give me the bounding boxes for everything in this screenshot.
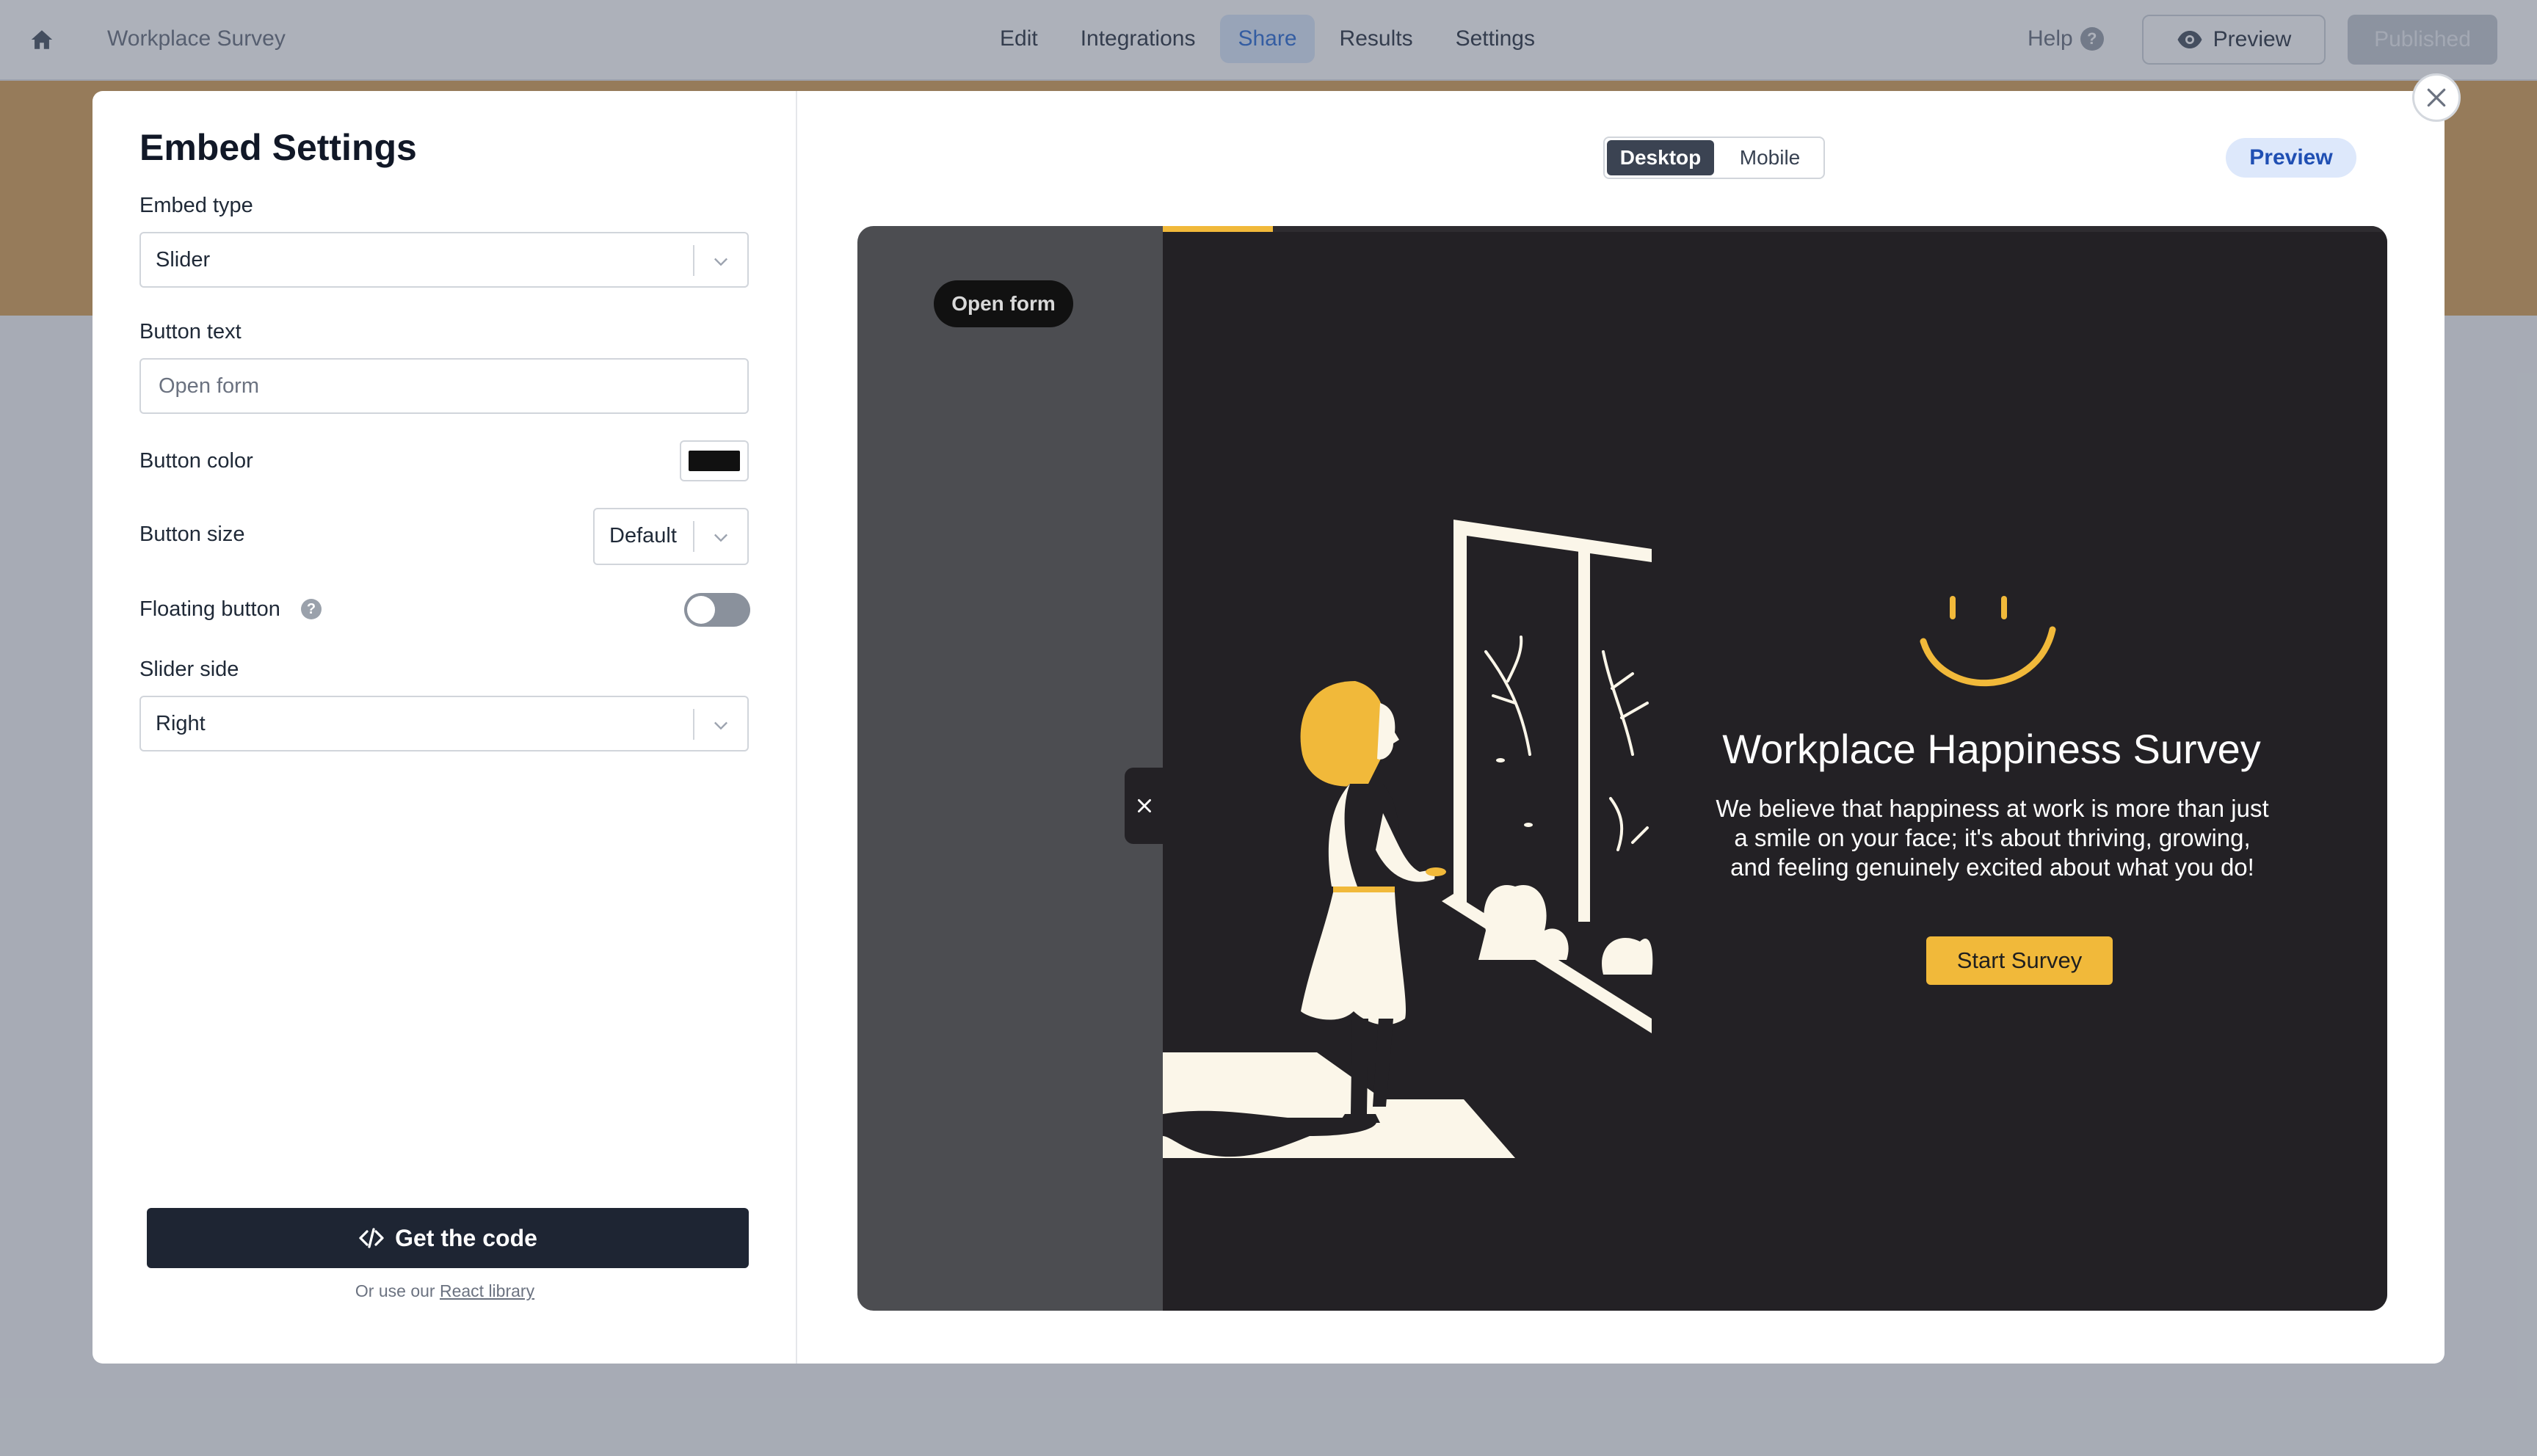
button-text-input[interactable]: Open form [139, 358, 749, 414]
settings-panel: Embed Settings Embed type Slider Button … [92, 91, 797, 1364]
device-desktop[interactable]: Desktop [1607, 140, 1714, 175]
preview-stage: Open form Workplace Happiness Survey We … [857, 226, 2387, 1311]
survey-description: We believe that happiness at work is mor… [1716, 795, 2269, 881]
toggle-knob [687, 596, 715, 624]
floating-button-label: Floating button [139, 597, 280, 621]
chevron-down-icon [714, 534, 727, 542]
slider-side-value: Right [156, 712, 206, 735]
preview-pill-button[interactable]: Preview [2226, 138, 2356, 178]
chevron-down-icon [714, 258, 727, 266]
embed-type-value: Slider [156, 248, 211, 272]
button-color-label: Button color [139, 449, 253, 473]
start-survey-button[interactable]: Start Survey [1926, 936, 2113, 985]
button-color-picker[interactable] [680, 440, 749, 481]
open-form-button[interactable]: Open form [934, 280, 1073, 327]
close-icon [2427, 88, 2446, 107]
select-divider [693, 521, 694, 552]
get-code-button[interactable]: Get the code [147, 1208, 749, 1268]
smiley-face-icon [1920, 596, 2056, 686]
get-code-label: Get the code [395, 1224, 537, 1251]
progress-bar [1163, 226, 2387, 232]
close-icon [1138, 799, 1151, 812]
chevron-down-icon [714, 721, 727, 730]
device-toggle: Desktop Mobile [1603, 136, 1825, 179]
code-icon [359, 1228, 384, 1248]
react-library-note: Or use our React library [92, 1281, 797, 1301]
slider-side-select[interactable]: Right [139, 696, 749, 751]
select-divider [693, 245, 694, 276]
floating-button-toggle[interactable] [684, 593, 750, 627]
select-divider [693, 709, 694, 740]
close-modal-button[interactable] [2412, 73, 2461, 122]
button-text-label: Button text [139, 320, 242, 343]
info-icon[interactable]: ? [301, 599, 322, 619]
slider-close-button[interactable] [1125, 768, 1164, 844]
woman-at-window-illustration [1163, 520, 1653, 1158]
embed-type-select[interactable]: Slider [139, 232, 749, 288]
panel-title: Embed Settings [139, 127, 417, 168]
embed-type-label: Embed type [139, 194, 253, 217]
react-library-link[interactable]: React library [440, 1281, 534, 1300]
embed-settings-modal: Embed Settings Embed type Slider Button … [92, 91, 2445, 1364]
device-mobile[interactable]: Mobile [1716, 138, 1823, 178]
button-size-value: Default [609, 524, 677, 547]
color-swatch [689, 451, 740, 471]
progress-fill [1163, 226, 1274, 232]
survey-title: Workplace Happiness Survey [1722, 726, 2261, 772]
react-prefix: Or use our [355, 1281, 435, 1300]
preview-panel: Desktop Mobile Preview Open form Workpla… [799, 91, 2445, 1364]
button-size-label: Button size [139, 523, 245, 546]
slider-side-label: Slider side [139, 658, 239, 681]
button-size-select[interactable]: Default [593, 508, 749, 565]
